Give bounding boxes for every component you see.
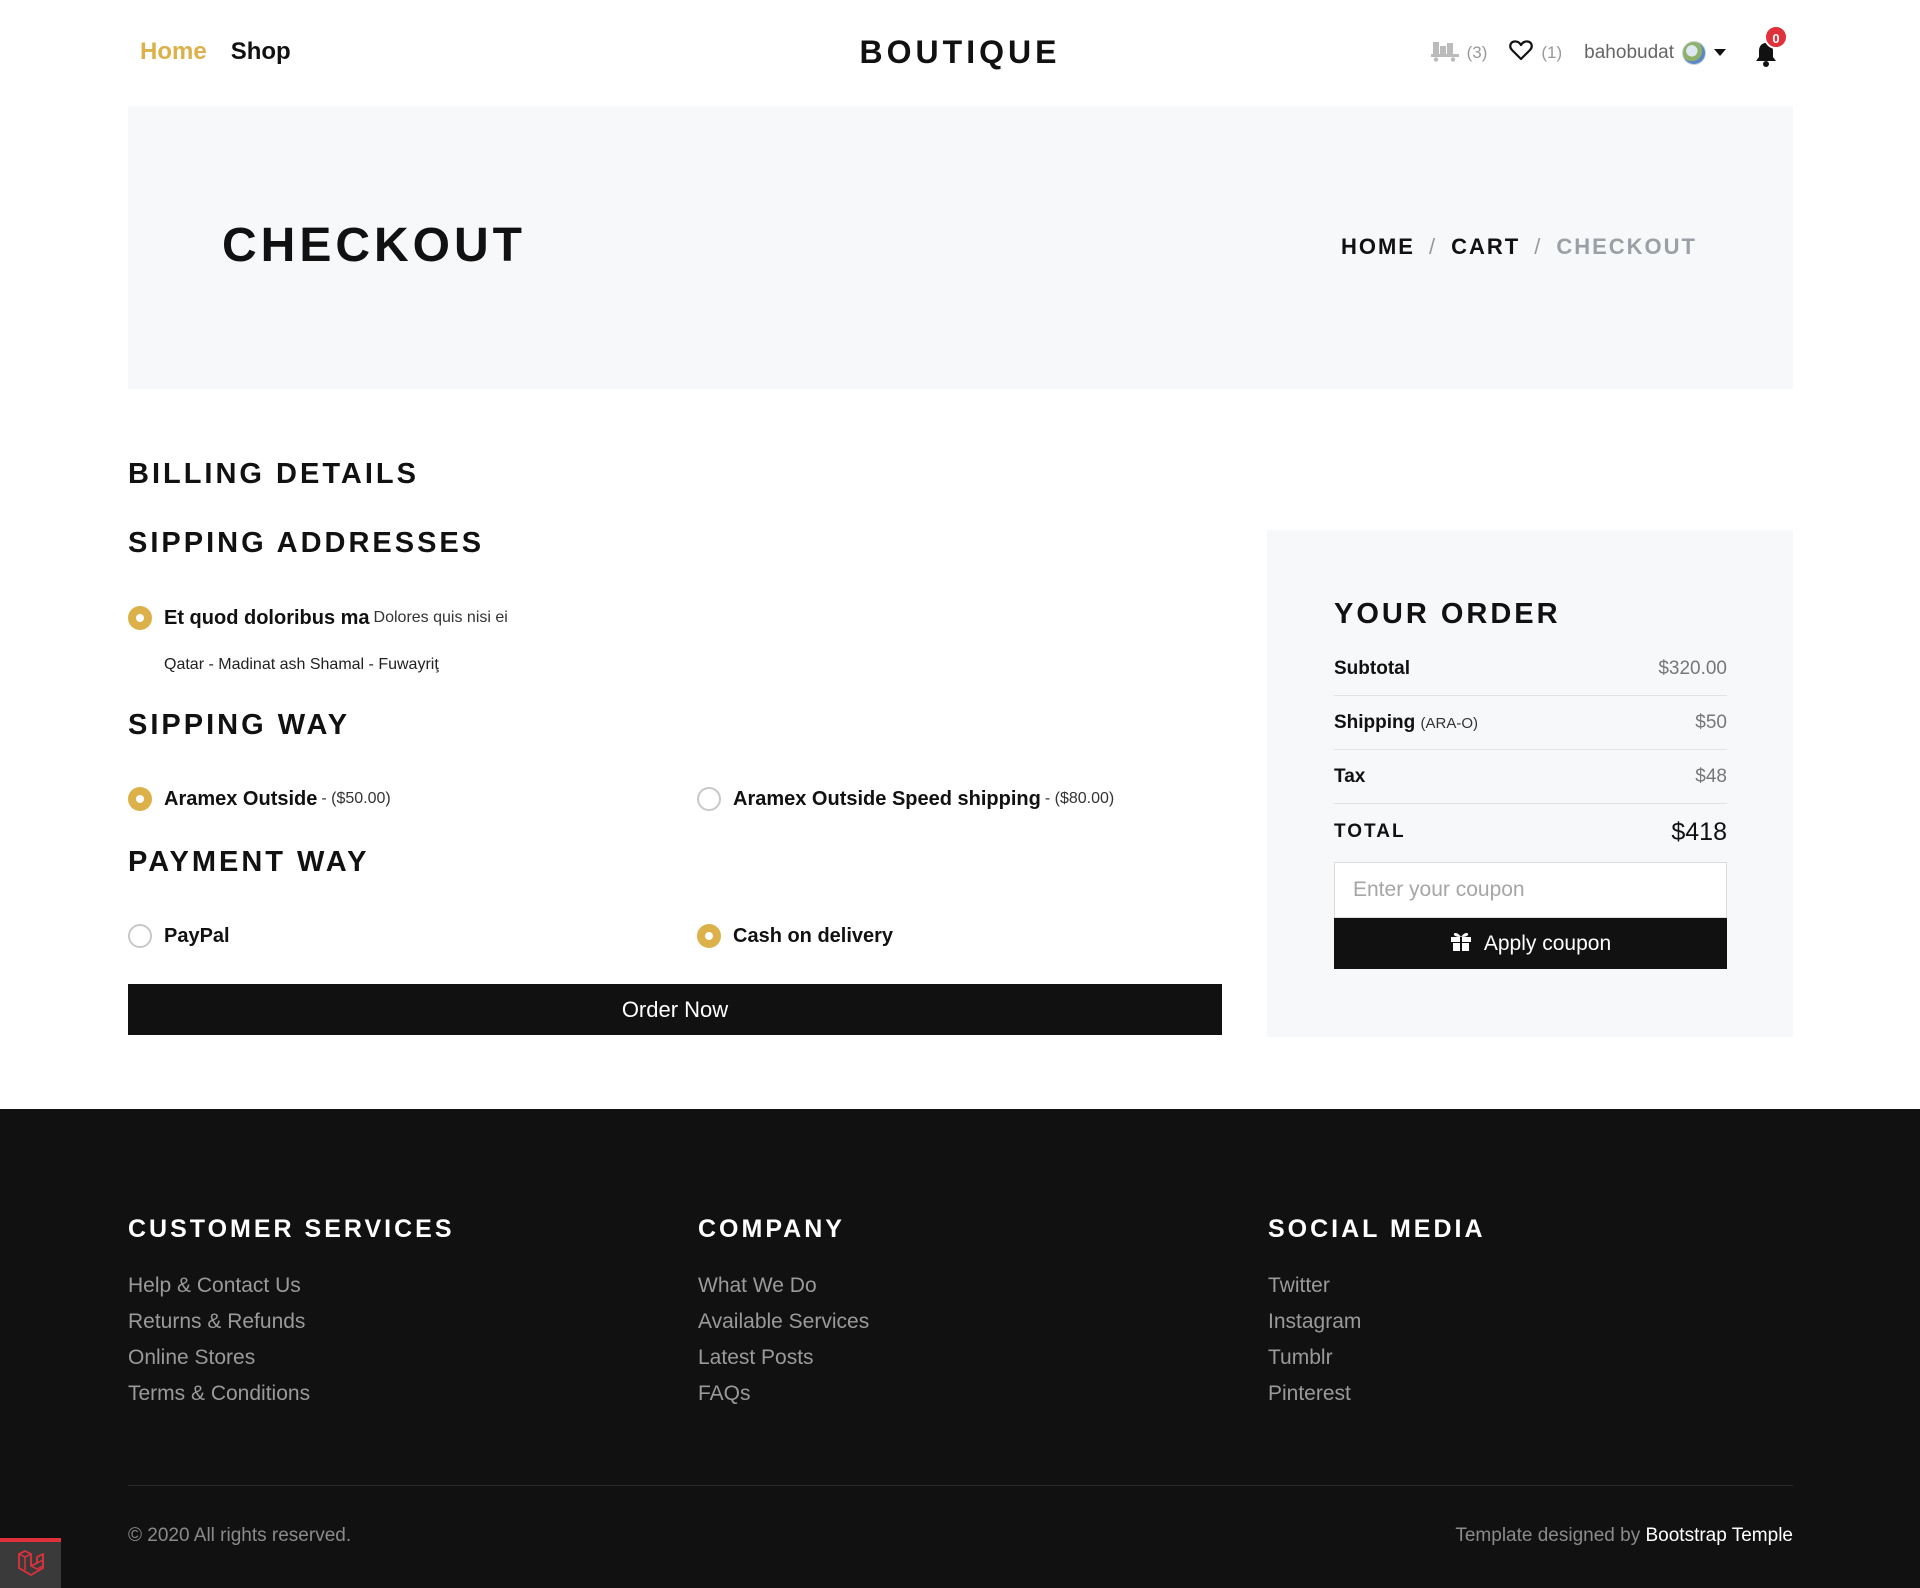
footer-link[interactable]: Online Stores	[128, 1340, 455, 1376]
footer-credit-link[interactable]: Bootstrap Temple	[1645, 1525, 1793, 1546]
footer-column-social-media: SOCIAL MEDIA Twitter Instagram Tumblr Pi…	[1268, 1215, 1486, 1412]
breadcrumb-current: CHECKOUT	[1556, 234, 1697, 259]
breadcrumb-cart[interactable]: CART	[1451, 234, 1520, 260]
wishlist-count: (1)	[1541, 42, 1563, 62]
page-hero: CHECKOUT HOME / CART / CHECKOUT	[128, 106, 1793, 389]
coupon-input[interactable]	[1334, 862, 1727, 918]
order-title: YOUR ORDER	[1334, 598, 1561, 630]
footer-divider	[128, 1485, 1793, 1486]
cart-link[interactable]: (3)	[1430, 38, 1488, 67]
tax-value: $48	[1695, 765, 1727, 787]
apply-coupon-label: Apply coupon	[1483, 931, 1612, 955]
footer-link[interactable]: Tumblr	[1268, 1340, 1486, 1376]
breadcrumb-separator: /	[1534, 234, 1543, 259]
top-navbar: Home Shop BOUTIQUE (3) (1) bahobudat 0	[0, 0, 1920, 106]
footer-link[interactable]: Instagram	[1268, 1304, 1486, 1340]
breadcrumb-separator: /	[1428, 234, 1438, 259]
shipping-addresses-heading: SIPPING ADDRESSES	[128, 527, 485, 559]
footer-link[interactable]: Latest Posts	[698, 1340, 869, 1376]
address-radio[interactable]	[128, 606, 152, 630]
breadcrumb-home[interactable]: HOME	[1341, 234, 1415, 260]
address-street: Dolores quis nisi ei	[373, 609, 508, 626]
shipping-option-price: - ($80.00)	[1044, 790, 1115, 807]
footer-column-company: COMPANY What We Do Available Services La…	[698, 1215, 869, 1412]
breadcrumb: HOME / CART / CHECKOUT	[1341, 234, 1697, 260]
debugbar-toggle[interactable]	[0, 1538, 61, 1588]
order-rows: Subtotal $320.00 Shipping (ARA-O) $50 Ta…	[1334, 642, 1727, 860]
laravel-logo-icon	[16, 1549, 46, 1582]
cart-count: (3)	[1466, 42, 1488, 62]
site-footer: CUSTOMER SERVICES Help & Contact Us Retu…	[0, 1109, 1920, 1588]
total-label: TOTAL	[1334, 821, 1406, 842]
brand-logo[interactable]: BOUTIQUE	[860, 34, 1061, 70]
apply-coupon-button[interactable]: Apply coupon	[1334, 918, 1727, 969]
billing-heading: BILLING DETAILS	[128, 458, 419, 490]
order-now-button[interactable]: Order Now	[128, 984, 1222, 1035]
footer-column-customer-services: CUSTOMER SERVICES Help & Contact Us Retu…	[128, 1215, 455, 1412]
shipping-option-label: Aramex Outside	[164, 787, 318, 810]
shipping-option-speed[interactable]: Aramex Outside Speed shipping - ($80.00)	[697, 787, 1114, 811]
footer-credit: Template designed by Bootstrap Temple	[1455, 1525, 1793, 1547]
chevron-down-icon	[1714, 49, 1726, 56]
shipping-option-standard[interactable]: Aramex Outside - ($50.00)	[128, 787, 391, 811]
footer-link[interactable]: Available Services	[698, 1304, 869, 1340]
address-location: Qatar - Madinat ash Shamal - Fuwayriţ	[164, 656, 439, 673]
shipping-option-label: Aramex Outside Speed shipping	[733, 787, 1041, 810]
nav-right: (3) (1) bahobudat 0	[1430, 24, 1788, 67]
footer-credit-prefix: Template designed by	[1455, 1525, 1641, 1546]
user-name: bahobudat	[1584, 41, 1674, 63]
footer-link[interactable]: Returns & Refunds	[128, 1304, 455, 1340]
cart-icon	[1430, 38, 1459, 67]
payment-radio[interactable]	[697, 924, 721, 948]
footer-link[interactable]: Terms & Conditions	[128, 1376, 455, 1412]
page-title: CHECKOUT	[222, 219, 526, 272]
payment-radio[interactable]	[128, 924, 152, 948]
address-name: Et quod doloribus ma	[164, 606, 370, 629]
user-avatar	[1682, 40, 1706, 65]
shipping-value: $50	[1695, 711, 1727, 733]
order-summary: YOUR ORDER Subtotal $320.00 Shipping (AR…	[1267, 530, 1793, 1037]
heart-icon	[1509, 39, 1534, 66]
user-menu-toggle[interactable]: bahobudat	[1584, 40, 1726, 65]
wishlist-link[interactable]: (1)	[1509, 39, 1562, 66]
shipping-option-price: - ($50.00)	[321, 790, 391, 807]
order-row-tax: Tax $48	[1334, 750, 1727, 804]
subtotal-value: $320.00	[1658, 657, 1727, 679]
footer-link[interactable]: Pinterest	[1268, 1376, 1486, 1412]
tax-label: Tax	[1334, 765, 1366, 787]
footer-column-heading: SOCIAL MEDIA	[1268, 1215, 1486, 1243]
payment-option-cod[interactable]: Cash on delivery	[697, 924, 893, 948]
payment-way-heading: PAYMENT WAY	[128, 846, 370, 878]
order-row-total: TOTAL $418	[1334, 804, 1727, 860]
payment-option-paypal[interactable]: PayPal	[128, 924, 230, 948]
payment-option-label: PayPal	[164, 924, 230, 947]
order-row-subtotal: Subtotal $320.00	[1334, 642, 1727, 696]
footer-link[interactable]: What We Do	[698, 1268, 869, 1304]
payment-option-label: Cash on delivery	[733, 924, 894, 947]
shipping-radio[interactable]	[128, 787, 152, 811]
shipping-radio[interactable]	[697, 787, 721, 811]
footer-link[interactable]: Twitter	[1268, 1268, 1486, 1304]
footer-column-heading: CUSTOMER SERVICES	[128, 1215, 455, 1243]
total-value: $418	[1671, 817, 1727, 846]
shipping-label-group: Shipping (ARA-O)	[1334, 712, 1478, 734]
footer-link[interactable]: Help & Contact Us	[128, 1268, 455, 1304]
gift-icon	[1450, 931, 1472, 957]
notifications-button[interactable]: 0	[1752, 24, 1788, 67]
shipping-note: (ARA-O)	[1420, 714, 1479, 732]
notification-badge: 0	[1764, 24, 1788, 49]
footer-link[interactable]: FAQs	[698, 1376, 869, 1412]
address-option[interactable]: Et quod doloribus ma Dolores quis nisi e…	[128, 606, 508, 630]
order-row-shipping: Shipping (ARA-O) $50	[1334, 696, 1727, 750]
subtotal-label: Subtotal	[1334, 657, 1410, 679]
shipping-label: Shipping	[1334, 711, 1416, 733]
footer-column-heading: COMPANY	[698, 1215, 845, 1243]
footer-copyright: © 2020 All rights reserved.	[128, 1525, 352, 1546]
shipping-way-heading: SIPPING WAY	[128, 709, 351, 741]
